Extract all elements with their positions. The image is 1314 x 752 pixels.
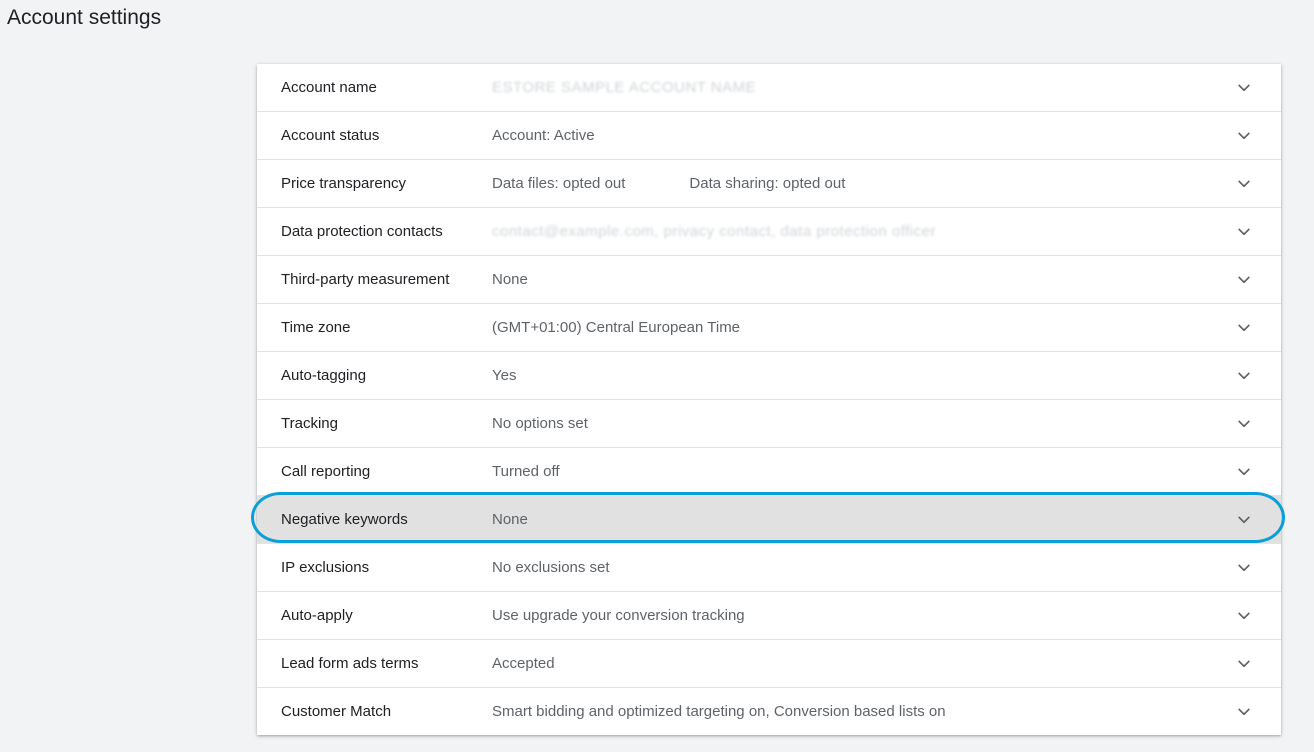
setting-value: No options set [492, 415, 588, 432]
setting-label: Negative keywords [281, 511, 408, 528]
setting-value-text: Account: Active [492, 127, 595, 144]
setting-value: Accepted [492, 655, 555, 672]
setting-value: Data files: opted out Data sharing: opted… [492, 175, 845, 192]
setting-value-text: Data files: opted out [492, 175, 626, 192]
setting-value-text: (GMT+01:00) Central European Time [492, 319, 741, 336]
setting-value-text: None [492, 511, 528, 528]
chevron-down-icon[interactable] [1235, 319, 1253, 337]
setting-row-customer-match[interactable]: Customer Match Smart bidding and optimize… [257, 688, 1281, 735]
account-settings-list: Account name ESTORE SAMPLE ACCOUNT NAME Ac… [257, 64, 1281, 735]
chevron-down-icon[interactable] [1235, 559, 1253, 577]
setting-label: IP exclusions [281, 559, 370, 576]
chevron-down-icon[interactable] [1235, 367, 1253, 385]
setting-row-auto-apply[interactable]: Auto-apply Use upgrade your conversion tr… [257, 592, 1281, 640]
setting-value-text: No exclusions set [492, 559, 610, 576]
setting-value: None [492, 271, 528, 288]
setting-value-text: Turned off [492, 463, 560, 480]
setting-value-text: Use upgrade your conversion tracking [492, 607, 745, 624]
chevron-down-icon[interactable] [1235, 79, 1253, 97]
setting-row-tracking[interactable]: Tracking No options set [257, 400, 1281, 448]
chevron-down-icon[interactable] [1235, 415, 1253, 433]
chevron-down-icon[interactable] [1235, 463, 1253, 481]
setting-label: Tracking [281, 415, 338, 432]
setting-label: Customer Match [281, 703, 392, 720]
setting-value: ESTORE SAMPLE ACCOUNT NAME [492, 79, 756, 96]
setting-row-account-status[interactable]: Account status Account: Active [257, 112, 1281, 160]
setting-row-ip-exclusions[interactable]: IP exclusions No exclusions set [257, 544, 1281, 592]
setting-value: Smart bidding and optimized targeting on… [492, 703, 946, 720]
setting-row-lead-form-ads-terms[interactable]: Lead form ads terms Accepted [257, 640, 1281, 688]
setting-value: (GMT+01:00) Central European Time [492, 319, 740, 336]
setting-value: Use upgrade your conversion tracking [492, 607, 745, 624]
chevron-down-icon[interactable] [1235, 607, 1253, 625]
setting-row-time-zone[interactable]: Time zone (GMT+01:00) Central European Ti… [257, 304, 1281, 352]
chevron-down-icon[interactable] [1235, 127, 1253, 145]
setting-label: Price transparency [281, 175, 407, 192]
setting-label: Account name [281, 79, 377, 96]
chevron-down-icon[interactable] [1235, 175, 1253, 193]
page-title: Account settings [7, 6, 162, 29]
setting-value-text: No options set [492, 415, 588, 432]
setting-label: Lead form ads terms [281, 655, 419, 672]
setting-value-text: ESTORE SAMPLE ACCOUNT NAME [492, 79, 757, 96]
setting-value-text: None [492, 271, 528, 288]
setting-row-third-party-measurement[interactable]: Third-party measurement None [257, 256, 1281, 304]
chevron-down-icon[interactable] [1235, 511, 1253, 529]
setting-value-text: Accepted [492, 655, 555, 672]
setting-value: No exclusions set [492, 559, 610, 576]
setting-label: Data protection contacts [281, 223, 443, 240]
setting-label: Time zone [281, 319, 351, 336]
chevron-down-icon[interactable] [1235, 655, 1253, 673]
setting-value: contact@example.com, privacy contact, da… [492, 223, 936, 240]
setting-row-negative-keywords[interactable]: Negative keywords None [257, 496, 1281, 544]
chevron-down-icon[interactable] [1235, 703, 1253, 721]
setting-row-data-protection-contacts[interactable]: Data protection contacts contact@example.… [257, 208, 1281, 256]
setting-label: Account status [281, 127, 380, 144]
setting-value: None [492, 511, 528, 528]
chevron-down-icon[interactable] [1235, 271, 1253, 289]
setting-label: Auto-tagging [281, 367, 367, 384]
setting-value: Turned off [492, 463, 560, 480]
setting-row-account-name[interactable]: Account name ESTORE SAMPLE ACCOUNT NAME [257, 64, 1281, 112]
setting-row-price-transparency[interactable]: Price transparency Data files: opted out D… [257, 160, 1281, 208]
setting-row-auto-tagging[interactable]: Auto-tagging Yes [257, 352, 1281, 400]
setting-row-call-reporting[interactable]: Call reporting Turned off [257, 448, 1281, 496]
setting-value-secondary-text: Data sharing: opted out [689, 175, 846, 192]
setting-label: Auto-apply [281, 607, 353, 624]
setting-label: Call reporting [281, 463, 371, 480]
setting-value-text: Yes [492, 367, 517, 384]
setting-value-text: Smart bidding and optimized targeting on… [492, 703, 946, 720]
setting-value: Account: Active [492, 127, 595, 144]
chevron-down-icon[interactable] [1235, 223, 1253, 241]
setting-label: Third-party measurement [281, 271, 450, 288]
setting-value: Yes [492, 367, 516, 384]
setting-value-text: contact@example.com, privacy contact, da… [492, 223, 936, 240]
